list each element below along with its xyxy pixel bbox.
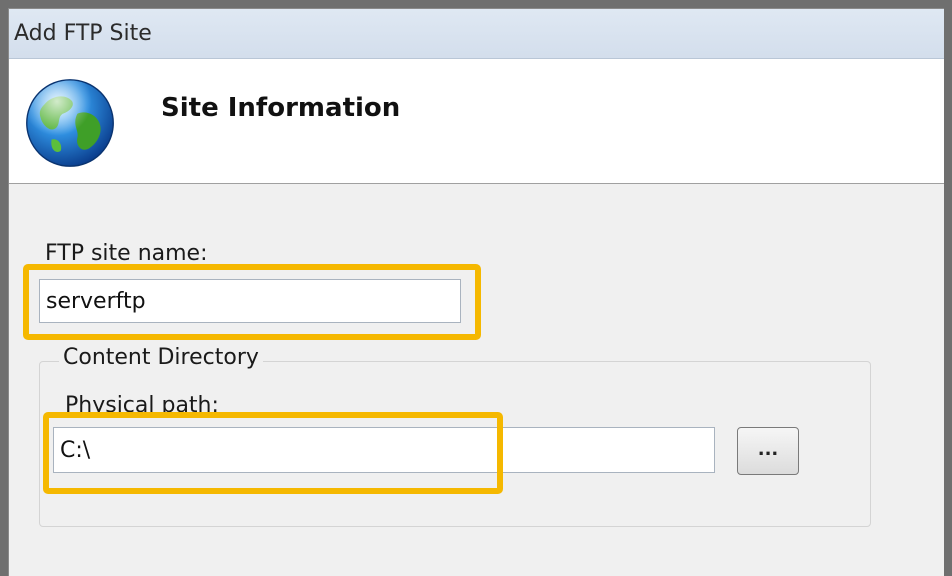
add-ftp-site-dialog: Add FTP Site Site Information FTP site n… bbox=[8, 8, 944, 576]
ftp-site-name-label: FTP site name: bbox=[45, 241, 208, 266]
globe-icon bbox=[26, 79, 114, 167]
ftp-site-name-input[interactable] bbox=[39, 279, 461, 323]
page-title: Site Information bbox=[161, 93, 401, 123]
title-bar: Add FTP Site bbox=[9, 9, 944, 59]
content-directory-label: Content Directory bbox=[59, 345, 263, 370]
physical-path-label: Physical path: bbox=[65, 393, 219, 418]
window-title: Add FTP Site bbox=[14, 21, 152, 46]
wizard-header: Site Information bbox=[9, 59, 944, 184]
physical-path-input[interactable] bbox=[53, 427, 715, 473]
browse-button[interactable]: ... bbox=[737, 427, 799, 475]
